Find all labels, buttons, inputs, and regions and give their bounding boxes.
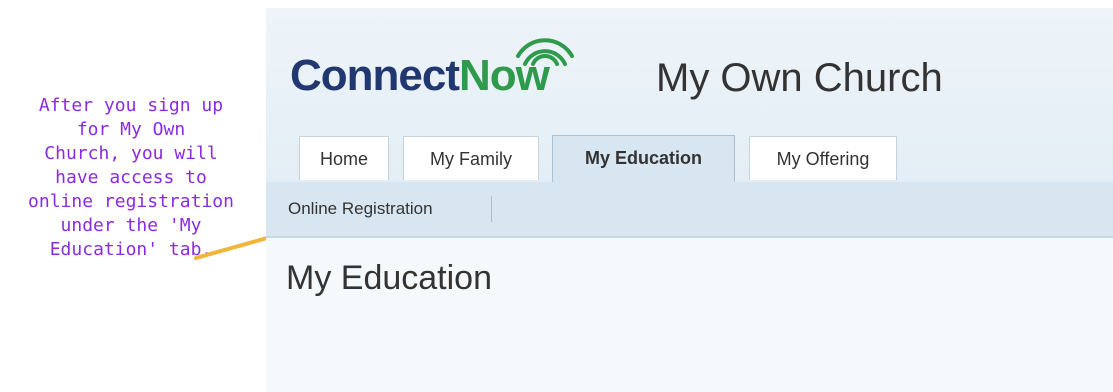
logo-now: Now <box>459 51 550 100</box>
app-window: ConnectNow My Own Church Home My Family … <box>266 8 1113 392</box>
logo-wordmark: ConnectNow <box>290 51 550 100</box>
site-header: ConnectNow My Own Church Home My Family … <box>266 8 1113 186</box>
connectnow-logo: ConnectNow <box>290 34 600 104</box>
subnav-divider <box>491 196 492 222</box>
tab-my-education[interactable]: My Education <box>552 135 735 182</box>
sub-navigation: Online Registration <box>266 182 1113 238</box>
logo-connect: Connect <box>290 51 460 100</box>
tab-my-offering[interactable]: My Offering <box>749 136 897 180</box>
screenshot-stage: After you sign up for My Own Church, you… <box>0 0 1113 392</box>
annotation-callout: After you sign up for My Own Church, you… <box>28 95 234 260</box>
page-title: My Education <box>286 259 492 297</box>
church-title: My Own Church <box>656 56 943 100</box>
online-registration-link[interactable]: Online Registration <box>288 199 433 219</box>
tab-my-family[interactable]: My Family <box>403 136 539 180</box>
tab-home[interactable]: Home <box>299 136 389 180</box>
